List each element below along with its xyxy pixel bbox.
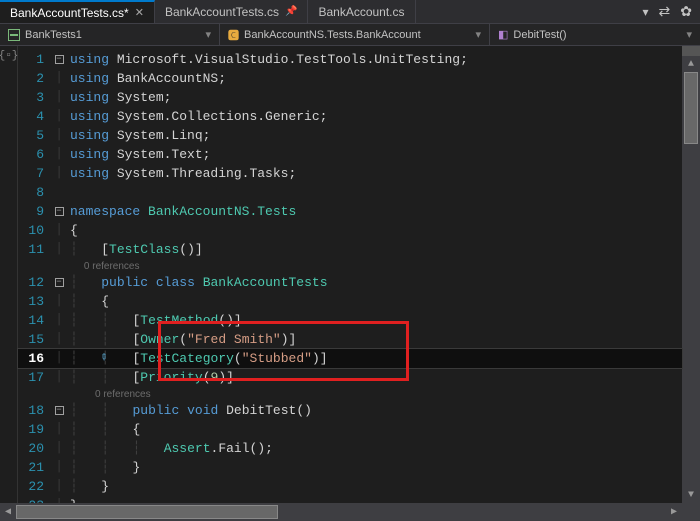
navigation-bar: BankTests1 ▾ 🅲 BankAccountNS.Tests.BankA… — [0, 24, 700, 46]
line-number: 18 — [18, 401, 52, 420]
scroll-up-arrow[interactable]: ▲ — [688, 56, 694, 72]
indicator-margin[interactable]: {▫} — [0, 46, 18, 503]
fold-toggle[interactable]: − — [55, 55, 64, 64]
tab-overflow-dropdown-icon[interactable]: ▾ — [643, 5, 649, 19]
class-icon: 🅲 — [228, 27, 239, 43]
line-number: 4 — [18, 107, 52, 126]
csharp-project-icon — [8, 29, 20, 41]
nav-project-dropdown[interactable]: BankTests1 ▾ — [0, 24, 220, 45]
tab-bankaccounttests-pinned[interactable]: BankAccountTests.cs 📌 — [155, 0, 309, 23]
solution-explorer-sync-icon[interactable]: ⇄ — [659, 3, 671, 20]
tab-bankaccounttests-dirty[interactable]: BankAccountTests.cs* ✕ — [0, 0, 155, 23]
splitter-handle[interactable] — [682, 46, 700, 56]
fold-toggle[interactable]: − — [55, 406, 64, 415]
line-number: 2 — [18, 69, 52, 88]
line-number: 20 — [18, 439, 52, 458]
line-number: 7 — [18, 164, 52, 183]
scroll-track[interactable] — [682, 72, 700, 487]
vertical-scrollbar[interactable]: ▲ ▼ — [682, 46, 700, 503]
line-number: 16 — [18, 349, 52, 368]
method-icon: ◧ — [498, 28, 508, 41]
line-number: 12 — [18, 273, 52, 292]
codelens-references[interactable]: 0 references — [95, 389, 151, 400]
tab-label: BankAccountTests.cs* — [10, 6, 129, 20]
line-number: 3 — [18, 88, 52, 107]
scroll-corner — [682, 503, 700, 521]
line-number: 5 — [18, 126, 52, 145]
line-number: 14 — [18, 311, 52, 330]
line-number: 13 — [18, 292, 52, 311]
horizontal-scrollbar[interactable]: ◀ ▶ — [0, 503, 700, 521]
document-tabbar: BankAccountTests.cs* ✕ BankAccountTests.… — [0, 0, 700, 24]
line-number: 19 — [18, 420, 52, 439]
line-number: 6 — [18, 145, 52, 164]
line-number: 22 — [18, 477, 52, 496]
fold-toggle[interactable]: − — [55, 207, 64, 216]
line-number: 15 — [18, 330, 52, 349]
line-number: 9 — [18, 202, 52, 221]
line-number: 10 — [18, 221, 52, 240]
line-number: 11 — [18, 240, 52, 259]
scroll-track[interactable] — [16, 503, 666, 521]
window-options-icon[interactable]: ✿ — [680, 3, 692, 20]
scroll-down-arrow[interactable]: ▼ — [688, 487, 694, 503]
tab-label: BankAccountTests.cs — [165, 5, 279, 19]
chevron-down-icon: ▾ — [475, 28, 481, 41]
line-number: 17 — [18, 368, 52, 387]
nav-class-label: BankAccountNS.Tests.BankAccount — [244, 29, 421, 41]
nav-member-label: DebitTest() — [513, 29, 566, 41]
chevron-down-icon: ▾ — [686, 28, 692, 41]
codelens-references[interactable]: 0 references — [84, 261, 140, 272]
outline-toggle-icon[interactable]: {▫} — [0, 50, 18, 62]
scroll-right-arrow[interactable]: ▶ — [666, 506, 682, 518]
line-number: 8 — [18, 183, 52, 202]
nav-project-label: BankTests1 — [25, 29, 82, 41]
code-editor[interactable]: {▫} 1−using Microsoft.VisualStudio.TestT… — [0, 46, 700, 503]
line-number: 23 — [18, 496, 52, 503]
nav-member-dropdown[interactable]: ◧ DebitTest() ▾ — [490, 24, 700, 45]
line-number: 1 — [18, 50, 52, 69]
tab-bankaccount[interactable]: BankAccount.cs — [308, 0, 415, 23]
line-number: 21 — [18, 458, 52, 477]
fold-toggle[interactable]: − — [55, 278, 64, 287]
nav-class-dropdown[interactable]: 🅲 BankAccountNS.Tests.BankAccount ▾ — [220, 24, 490, 45]
scroll-left-arrow[interactable]: ◀ — [0, 506, 16, 518]
tab-label: BankAccount.cs — [318, 5, 404, 19]
pin-icon[interactable]: 📌 — [285, 6, 297, 17]
close-tab-icon[interactable]: ✕ — [135, 6, 144, 19]
chevron-down-icon: ▾ — [205, 28, 211, 41]
